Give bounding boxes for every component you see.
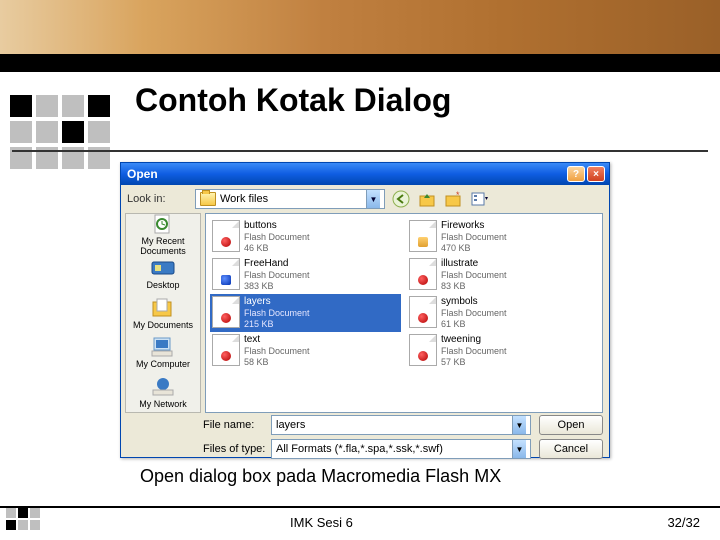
file-type: Flash Document <box>441 346 507 357</box>
place-label: My Recent Documents <box>128 236 198 256</box>
footer-squares-decoration <box>6 508 40 530</box>
place-recent[interactable]: My Recent Documents <box>126 214 200 254</box>
dialog-title: Open <box>125 167 565 181</box>
place-mycomputer[interactable]: My Computer <box>126 333 200 373</box>
place-mynetwork[interactable]: My Network <box>126 373 200 413</box>
open-button[interactable]: Open <box>539 415 603 435</box>
file-icon <box>409 258 437 290</box>
svg-text:*: * <box>456 190 460 200</box>
up-folder-button[interactable] <box>417 189 437 209</box>
file-item[interactable]: FreeHandFlash Document383 KB <box>210 256 401 294</box>
filetype-combo[interactable]: All Formats (*.fla,*.spa,*.ssk,*.swf) ▼ <box>271 439 531 459</box>
file-item[interactable]: FireworksFlash Document470 KB <box>407 218 598 256</box>
file-item[interactable]: buttonsFlash Document46 KB <box>210 218 401 256</box>
file-size: 57 KB <box>441 357 507 368</box>
file-item[interactable]: layersFlash Document215 KB <box>210 294 401 332</box>
back-button[interactable] <box>391 189 411 209</box>
places-bar: My Recent Documents Desktop My Documents… <box>125 213 201 413</box>
slide-title: Contoh Kotak Dialog <box>135 82 451 119</box>
my-network-icon <box>149 376 177 398</box>
file-name: FreeHand <box>244 258 310 270</box>
file-name: Fireworks <box>441 220 507 232</box>
file-icon <box>409 334 437 366</box>
chevron-down-icon: ▼ <box>366 190 380 208</box>
file-size: 215 KB <box>244 319 310 330</box>
file-item[interactable]: textFlash Document58 KB <box>210 332 401 370</box>
title-underline <box>12 150 708 152</box>
file-type: Flash Document <box>244 346 310 357</box>
help-button[interactable]: ? <box>567 166 585 182</box>
place-desktop[interactable]: Desktop <box>126 254 200 294</box>
place-label: My Computer <box>136 359 190 369</box>
dialog-body: My Recent Documents Desktop My Documents… <box>121 213 609 413</box>
folder-icon <box>200 192 216 206</box>
file-list[interactable]: buttonsFlash Document46 KBFireworksFlash… <box>205 213 603 413</box>
corner-squares-decoration <box>10 95 110 169</box>
file-size: 61 KB <box>441 319 507 330</box>
file-name: illustrate <box>441 258 507 270</box>
file-name: tweening <box>441 334 507 346</box>
file-size: 383 KB <box>244 281 310 292</box>
file-type: Flash Document <box>244 308 310 319</box>
file-type: Flash Document <box>244 270 310 281</box>
file-type: Flash Document <box>441 308 507 319</box>
open-dialog: Open ? × Look in: Work files ▼ * My Rece… <box>120 162 610 458</box>
footer-page: 32/32 <box>667 515 700 530</box>
file-name: buttons <box>244 220 310 232</box>
dialog-toolbar: Look in: Work files ▼ * <box>121 185 609 213</box>
file-icon <box>212 220 240 252</box>
file-type: Flash Document <box>244 232 310 243</box>
chevron-down-icon: ▼ <box>512 440 526 458</box>
file-icon <box>212 296 240 328</box>
file-name: text <box>244 334 310 346</box>
recent-documents-icon <box>149 213 177 235</box>
dialog-bottom: File name: layers ▼ Open Files of type: … <box>121 413 609 467</box>
view-button[interactable] <box>469 189 489 209</box>
lookin-label: Look in: <box>127 193 195 205</box>
filetype-label: Files of type: <box>203 443 271 455</box>
filename-input[interactable]: layers ▼ <box>271 415 531 435</box>
file-type: Flash Document <box>441 270 507 281</box>
file-item[interactable]: illustrateFlash Document83 KB <box>407 256 598 294</box>
dialog-titlebar[interactable]: Open ? × <box>121 163 609 185</box>
filename-label: File name: <box>203 419 271 431</box>
desktop-icon <box>149 257 177 279</box>
file-icon <box>212 334 240 366</box>
file-icon <box>409 220 437 252</box>
file-name: symbols <box>441 296 507 308</box>
filetype-value: All Formats (*.fla,*.spa,*.ssk,*.swf) <box>276 443 443 455</box>
file-size: 46 KB <box>244 243 310 254</box>
close-button[interactable]: × <box>587 166 605 182</box>
file-item[interactable]: symbolsFlash Document61 KB <box>407 294 598 332</box>
my-computer-icon <box>149 336 177 358</box>
new-folder-button[interactable]: * <box>443 189 463 209</box>
footer: IMK Sesi 6 32/32 <box>0 506 720 536</box>
filename-value: layers <box>276 419 305 431</box>
file-icon <box>409 296 437 328</box>
place-label: Desktop <box>146 280 179 290</box>
file-name: layers <box>244 296 310 308</box>
footer-bar <box>0 506 720 508</box>
slide-caption: Open dialog box pada Macromedia Flash MX <box>140 466 501 487</box>
file-item[interactable]: tweeningFlash Document57 KB <box>407 332 598 370</box>
place-label: My Documents <box>133 320 193 330</box>
header-decoration <box>0 0 720 54</box>
file-icon <box>212 258 240 290</box>
cancel-button[interactable]: Cancel <box>539 439 603 459</box>
lookin-value: Work files <box>220 193 268 205</box>
lookin-combo[interactable]: Work files ▼ <box>195 189 385 209</box>
header-black-bar <box>0 54 720 72</box>
file-size: 58 KB <box>244 357 310 368</box>
file-size: 470 KB <box>441 243 507 254</box>
place-mydocs[interactable]: My Documents <box>126 294 200 334</box>
file-type: Flash Document <box>441 232 507 243</box>
place-label: My Network <box>139 399 187 409</box>
file-size: 83 KB <box>441 281 507 292</box>
footer-meta: IMK Sesi 6 <box>290 515 353 530</box>
my-documents-icon <box>149 297 177 319</box>
chevron-down-icon: ▼ <box>512 416 526 434</box>
